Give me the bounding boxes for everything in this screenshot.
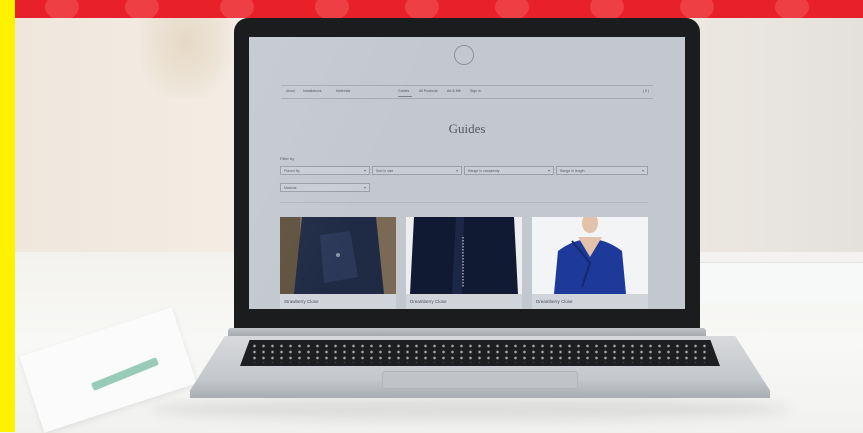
guide-card-title[interactable]: Strawberry Close — [284, 299, 319, 304]
filter-complexity[interactable]: Range in complexity — [464, 166, 554, 175]
guide-card-title[interactable]: Dreamberry Close — [536, 299, 573, 304]
guide-card[interactable]: Dreamberry Close — [532, 217, 648, 309]
filter-length[interactable]: Range in length — [556, 166, 648, 175]
guide-card-title[interactable]: Dreamberry Close — [410, 299, 447, 304]
laptop-screen: About Installations Materials Guides All… — [249, 37, 685, 309]
nav-item-materials[interactable]: Materials — [336, 89, 350, 93]
guide-card-image[interactable] — [280, 217, 396, 294]
laptop-trackpad — [382, 371, 578, 389]
guide-card[interactable]: Dreamberry Close — [406, 217, 522, 309]
laptop-shadow — [150, 398, 790, 420]
nav-item-about[interactable]: About — [286, 89, 295, 93]
paper-sheet-right — [700, 262, 863, 303]
page-title: Guides — [448, 121, 486, 136]
guide-card[interactable]: Strawberry Close — [280, 217, 396, 309]
filter-divider — [280, 202, 648, 203]
cart-link[interactable]: ( 0 ) — [643, 89, 649, 93]
site-nav: About Installations Materials Guides All… — [281, 85, 653, 99]
yellow-side-bar — [0, 0, 15, 432]
filter-size[interactable]: Sort in size — [372, 166, 462, 175]
red-floral-banner — [15, 0, 863, 18]
blurred-lamp — [140, 18, 230, 98]
nav-item-installations[interactable]: Installations — [303, 89, 321, 93]
filter-placed-by[interactable]: Placed By — [280, 166, 370, 175]
guide-card-image[interactable] — [406, 217, 522, 294]
nav-item-art[interactable]: Art & Mfr — [447, 89, 461, 93]
nav-item-sign-in[interactable]: Sign in — [470, 89, 481, 93]
keyboard-keys — [250, 343, 710, 363]
filter-label: Filter by — [280, 156, 295, 161]
nav-item-guides[interactable]: Guides — [398, 89, 409, 93]
nav-active-underline — [398, 96, 412, 97]
site-logo-icon[interactable] — [454, 45, 474, 65]
filter-material[interactable]: Material — [280, 183, 370, 192]
nav-item-all-products[interactable]: All Products — [419, 89, 438, 93]
guide-card-image[interactable] — [532, 217, 648, 294]
